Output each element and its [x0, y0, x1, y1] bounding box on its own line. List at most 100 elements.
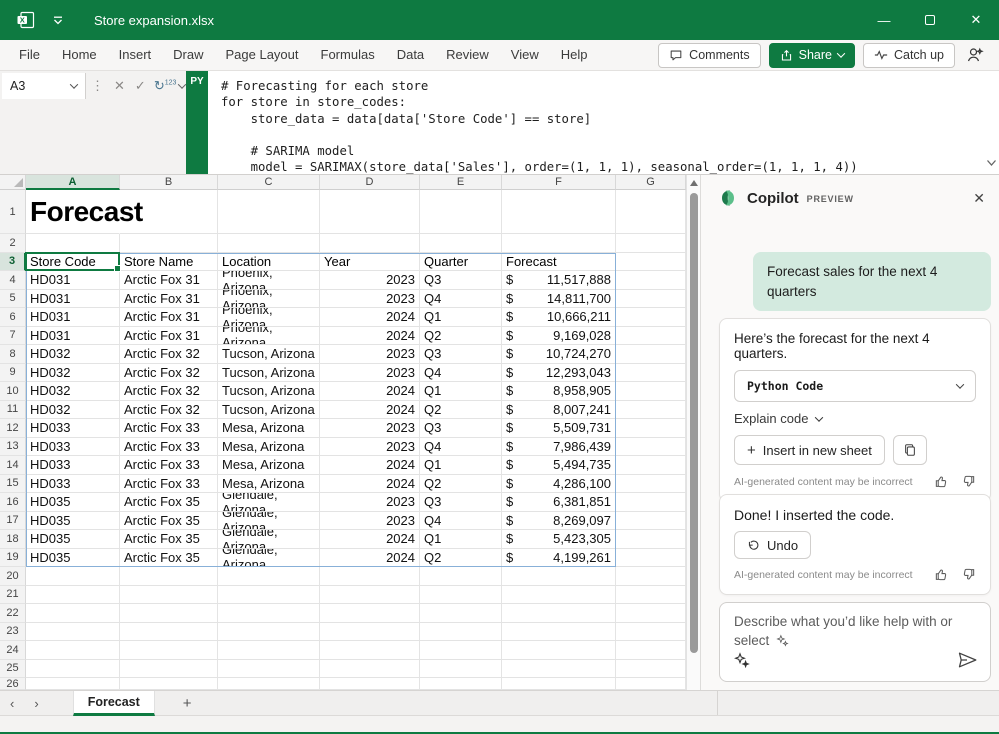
- cell-B22[interactable]: [120, 604, 218, 623]
- cell-G11[interactable]: [616, 401, 686, 420]
- close-button[interactable]: ✕: [953, 0, 999, 40]
- row-number-10[interactable]: 10: [0, 382, 26, 401]
- cell-D12[interactable]: 2023: [320, 419, 420, 438]
- row-number-16[interactable]: 16: [0, 493, 26, 512]
- python-code-dropdown[interactable]: Python Code: [734, 370, 976, 402]
- cell-F26[interactable]: [502, 678, 616, 690]
- row-number-12[interactable]: 12: [0, 419, 26, 438]
- cell-A24[interactable]: [26, 641, 120, 660]
- cell-G10[interactable]: [616, 382, 686, 401]
- cell-D23[interactable]: [320, 623, 420, 642]
- explain-code-toggle[interactable]: Explain code: [734, 411, 976, 426]
- cell-C3[interactable]: Location: [218, 253, 320, 272]
- cell-F9[interactable]: $12,293,043: [502, 364, 616, 383]
- cell-F4[interactable]: $11,517,888: [502, 271, 616, 290]
- cell-C1[interactable]: [218, 190, 320, 234]
- row-number-13[interactable]: 13: [0, 438, 26, 457]
- cell-G24[interactable]: [616, 641, 686, 660]
- row-number-5[interactable]: 5: [0, 290, 26, 309]
- prev-sheet-icon[interactable]: ‹: [0, 696, 24, 711]
- cell-A4[interactable]: HD031: [26, 271, 120, 290]
- copilot-close-icon[interactable]: ✕: [973, 190, 985, 207]
- thumbs-down-icon[interactable]: [961, 474, 976, 489]
- cell-F19[interactable]: $4,199,261: [502, 549, 616, 568]
- column-header-D[interactable]: D: [320, 175, 420, 190]
- cell-F7[interactable]: $9,169,028: [502, 327, 616, 346]
- cell-E1[interactable]: [420, 190, 502, 234]
- cell-D7[interactable]: 2024: [320, 327, 420, 346]
- cell-D4[interactable]: 2023: [320, 271, 420, 290]
- cell-C18[interactable]: Glendale, Arizona: [218, 530, 320, 549]
- cell-A7[interactable]: HD031: [26, 327, 120, 346]
- cell-F3[interactable]: Forecast: [502, 253, 616, 272]
- cell-D13[interactable]: 2023: [320, 438, 420, 457]
- cell-B14[interactable]: Arctic Fox 33: [120, 456, 218, 475]
- cell-B19[interactable]: Arctic Fox 35: [120, 549, 218, 568]
- cell-A10[interactable]: HD032: [26, 382, 120, 401]
- cell-E9[interactable]: Q4: [420, 364, 502, 383]
- cell-D26[interactable]: [320, 678, 420, 690]
- share-button[interactable]: Share: [769, 43, 855, 68]
- column-header-A[interactable]: A: [26, 175, 120, 190]
- cell-E26[interactable]: [420, 678, 502, 690]
- cell-C11[interactable]: Tucson, Arizona: [218, 401, 320, 420]
- cell-E13[interactable]: Q4: [420, 438, 502, 457]
- cell-E10[interactable]: Q1: [420, 382, 502, 401]
- add-sheet-button[interactable]: +: [183, 695, 192, 712]
- menu-item-page-layout[interactable]: Page Layout: [215, 40, 310, 70]
- cell-F5[interactable]: $14,811,700: [502, 290, 616, 309]
- cell-B16[interactable]: Arctic Fox 35: [120, 493, 218, 512]
- cell-G6[interactable]: [616, 308, 686, 327]
- cell-E20[interactable]: [420, 567, 502, 586]
- cell-D24[interactable]: [320, 641, 420, 660]
- insert-in-new-sheet-button[interactable]: + Insert in new sheet: [734, 435, 885, 465]
- cell-E14[interactable]: Q1: [420, 456, 502, 475]
- cell-E6[interactable]: Q1: [420, 308, 502, 327]
- cell-G23[interactable]: [616, 623, 686, 642]
- cell-A3[interactable]: Store Code: [26, 253, 120, 272]
- more-options-icon[interactable]: ⋮: [86, 78, 109, 94]
- cell-F14[interactable]: $5,494,735: [502, 456, 616, 475]
- cell-A5[interactable]: HD031: [26, 290, 120, 309]
- cell-B20[interactable]: [120, 567, 218, 586]
- cell-F17[interactable]: $8,269,097: [502, 512, 616, 531]
- row-number-4[interactable]: 4: [0, 271, 26, 290]
- cell-G17[interactable]: [616, 512, 686, 531]
- cell-E2[interactable]: [420, 234, 502, 253]
- cell-A22[interactable]: [26, 604, 120, 623]
- cell-F8[interactable]: $10,724,270: [502, 345, 616, 364]
- row-number-23[interactable]: 23: [0, 623, 26, 642]
- cell-F6[interactable]: $10,666,211: [502, 308, 616, 327]
- cell-G19[interactable]: [616, 549, 686, 568]
- cell-D25[interactable]: [320, 660, 420, 679]
- cell-B25[interactable]: [120, 660, 218, 679]
- cell-E25[interactable]: [420, 660, 502, 679]
- cell-G26[interactable]: [616, 678, 686, 690]
- cell-E22[interactable]: [420, 604, 502, 623]
- minimize-button[interactable]: —: [861, 0, 907, 40]
- menu-item-view[interactable]: View: [500, 40, 550, 70]
- menu-item-data[interactable]: Data: [386, 40, 435, 70]
- quick-access-dropdown-icon[interactable]: [52, 16, 64, 25]
- cell-F21[interactable]: [502, 586, 616, 605]
- cell-F10[interactable]: $8,958,905: [502, 382, 616, 401]
- cell-F16[interactable]: $6,381,851: [502, 493, 616, 512]
- cell-A18[interactable]: HD035: [26, 530, 120, 549]
- thumbs-down-icon[interactable]: [961, 567, 976, 582]
- cell-B15[interactable]: Arctic Fox 33: [120, 475, 218, 494]
- cell-G12[interactable]: [616, 419, 686, 438]
- cell-B17[interactable]: Arctic Fox 35: [120, 512, 218, 531]
- cell-E11[interactable]: Q2: [420, 401, 502, 420]
- row-number-21[interactable]: 21: [0, 586, 26, 605]
- row-number-25[interactable]: 25: [0, 660, 26, 679]
- cell-A1[interactable]: Forecast: [26, 190, 120, 234]
- row-number-20[interactable]: 20: [0, 567, 26, 586]
- cell-C10[interactable]: Tucson, Arizona: [218, 382, 320, 401]
- cell-B6[interactable]: Arctic Fox 31: [120, 308, 218, 327]
- grid-vertical-scrollbar[interactable]: [686, 175, 700, 690]
- row-number-3[interactable]: 3: [0, 253, 26, 272]
- cell-C8[interactable]: Tucson, Arizona: [218, 345, 320, 364]
- cell-G2[interactable]: [616, 234, 686, 253]
- cell-D22[interactable]: [320, 604, 420, 623]
- row-number-8[interactable]: 8: [0, 345, 26, 364]
